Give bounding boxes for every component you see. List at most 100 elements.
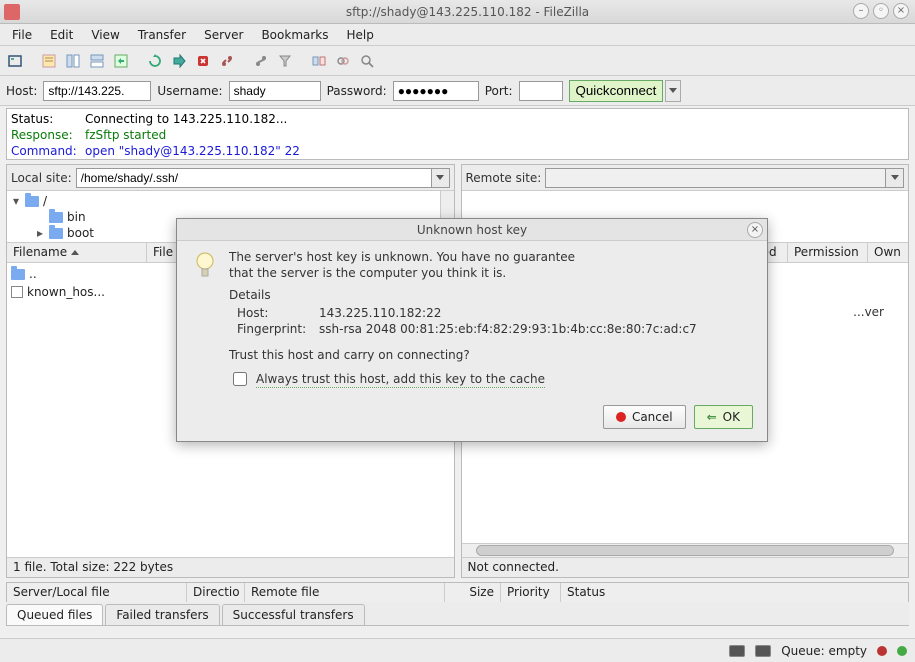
remote-site-label: Remote site: xyxy=(466,171,542,185)
local-path-input[interactable] xyxy=(76,168,432,188)
window-maximize-button[interactable]: ◦ xyxy=(873,3,889,19)
dialog-titlebar[interactable]: Unknown host key × xyxy=(177,219,767,241)
remote-path-input xyxy=(545,168,886,188)
fingerprint-value: ssh-rsa 2048 00:81:25:eb:f4:82:29:93:1b:… xyxy=(319,322,697,336)
window-close-button[interactable]: × xyxy=(893,3,909,19)
local-footer: 1 file. Total size: 222 bytes xyxy=(7,557,454,577)
tab-successful[interactable]: Successful transfers xyxy=(222,604,365,625)
col-filename[interactable]: Filename xyxy=(7,243,147,262)
local-path-dropdown[interactable] xyxy=(432,168,450,188)
cancel-button[interactable] xyxy=(192,50,214,72)
col-priority[interactable]: Priority xyxy=(501,583,561,602)
tree-item[interactable]: boot xyxy=(67,226,94,240)
folder-icon xyxy=(11,269,25,280)
dialog-cancel-button[interactable]: Cancel xyxy=(603,405,686,429)
col-direction[interactable]: Directio xyxy=(187,583,245,602)
col-server-file[interactable]: Server/Local file xyxy=(7,583,187,602)
toolbar xyxy=(0,46,915,76)
menu-transfer[interactable]: Transfer xyxy=(130,26,194,44)
log-label-response: Response: xyxy=(11,127,85,143)
tab-queued[interactable]: Queued files xyxy=(6,604,103,625)
port-input[interactable] xyxy=(519,81,563,101)
dialog-prompt: Trust this host and carry on connecting? xyxy=(229,347,697,363)
menu-edit[interactable]: Edit xyxy=(42,26,81,44)
transfer-header: Server/Local file Directio Remote file S… xyxy=(6,582,909,602)
window-minimize-button[interactable]: – xyxy=(853,3,869,19)
local-site-label: Local site: xyxy=(11,171,72,185)
menubar: File Edit View Transfer Server Bookmarks… xyxy=(0,24,915,46)
tree-item[interactable]: bin xyxy=(67,210,86,224)
compare-button[interactable] xyxy=(308,50,330,72)
queue-icon[interactable] xyxy=(755,645,771,657)
folder-icon xyxy=(49,212,63,223)
col-size[interactable]: Size xyxy=(445,583,501,602)
details-heading: Details xyxy=(229,287,697,303)
refresh-button[interactable] xyxy=(144,50,166,72)
log-text: fzSftp started xyxy=(85,127,166,143)
chevron-down-icon xyxy=(436,175,444,180)
process-queue-button[interactable] xyxy=(168,50,190,72)
sync-browse-button[interactable] xyxy=(332,50,354,72)
disconnect-button[interactable] xyxy=(216,50,238,72)
toggle-queue-button[interactable] xyxy=(110,50,132,72)
toggle-remotetree-button[interactable] xyxy=(86,50,108,72)
dialog-message-2: that the server is the computer you thin… xyxy=(229,265,697,281)
password-label: Password: xyxy=(327,84,387,98)
toggle-log-button[interactable] xyxy=(38,50,60,72)
folder-icon xyxy=(49,228,63,239)
sitemanager-button[interactable] xyxy=(4,50,26,72)
quickconnect-bar: Host: Username: Password: Port: Quickcon… xyxy=(0,76,915,106)
app-icon xyxy=(4,4,20,20)
host-input[interactable] xyxy=(43,81,151,101)
log-text: Connecting to 143.225.110.182... xyxy=(85,111,287,127)
always-trust-checkbox[interactable] xyxy=(233,372,247,386)
menu-server[interactable]: Server xyxy=(196,26,251,44)
always-trust-label[interactable]: Always trust this host, add this key to … xyxy=(256,371,545,388)
quickconnect-history-button[interactable] xyxy=(665,80,681,102)
statusbar: Queue: empty xyxy=(0,638,915,662)
dialog-message-1: The server's host key is unknown. You ha… xyxy=(229,249,697,265)
chevron-down-icon xyxy=(669,88,677,93)
queue-status: Queue: empty xyxy=(781,644,867,658)
keyboard-icon xyxy=(729,645,745,657)
info-bulb-icon xyxy=(191,251,219,287)
password-input[interactable] xyxy=(393,81,479,101)
quickconnect-button[interactable]: Quickconnect xyxy=(569,80,664,102)
username-label: Username: xyxy=(157,84,222,98)
col-permission[interactable]: Permission xyxy=(788,243,868,262)
transfer-tabs: Queued files Failed transfers Successful… xyxy=(6,602,909,626)
col-remote-file[interactable]: Remote file xyxy=(245,583,445,602)
log-label-command: Command: xyxy=(11,143,85,159)
menu-bookmarks[interactable]: Bookmarks xyxy=(253,26,336,44)
ok-icon: ⇐ xyxy=(707,410,717,424)
chevron-down-icon xyxy=(891,175,899,180)
reconnect-button[interactable] xyxy=(250,50,272,72)
dialog-close-button[interactable]: × xyxy=(747,222,763,238)
log-label-status: Status: xyxy=(11,111,85,127)
cancel-icon xyxy=(616,412,626,422)
menu-view[interactable]: View xyxy=(83,26,127,44)
folder-icon xyxy=(25,196,39,207)
port-label: Port: xyxy=(485,84,513,98)
remote-footer: Not connected. xyxy=(462,557,909,577)
window-title: sftp://shady@143.225.110.182 - FileZilla xyxy=(20,5,915,19)
toggle-localtree-button[interactable] xyxy=(62,50,84,72)
tree-item[interactable]: / xyxy=(43,194,47,208)
message-log[interactable]: Status:Connecting to 143.225.110.182... … xyxy=(6,108,909,160)
col-owner[interactable]: Own xyxy=(868,243,908,262)
tab-failed[interactable]: Failed transfers xyxy=(105,604,219,625)
window-titlebar: sftp://shady@143.225.110.182 - FileZilla… xyxy=(0,0,915,24)
dialog-ok-button[interactable]: ⇐OK xyxy=(694,405,753,429)
menu-help[interactable]: Help xyxy=(339,26,382,44)
menu-file[interactable]: File xyxy=(4,26,40,44)
sort-asc-icon xyxy=(71,250,79,255)
filter-button[interactable] xyxy=(274,50,296,72)
scrollbar-horizontal[interactable] xyxy=(462,543,909,557)
file-icon xyxy=(11,286,23,298)
col-status[interactable]: Status xyxy=(561,583,908,602)
username-input[interactable] xyxy=(229,81,321,101)
host-label: Host: xyxy=(6,84,37,98)
hostkey-dialog: Unknown host key × The server's host key… xyxy=(176,218,768,442)
host-value: 143.225.110.182:22 xyxy=(319,306,441,320)
find-button[interactable] xyxy=(356,50,378,72)
